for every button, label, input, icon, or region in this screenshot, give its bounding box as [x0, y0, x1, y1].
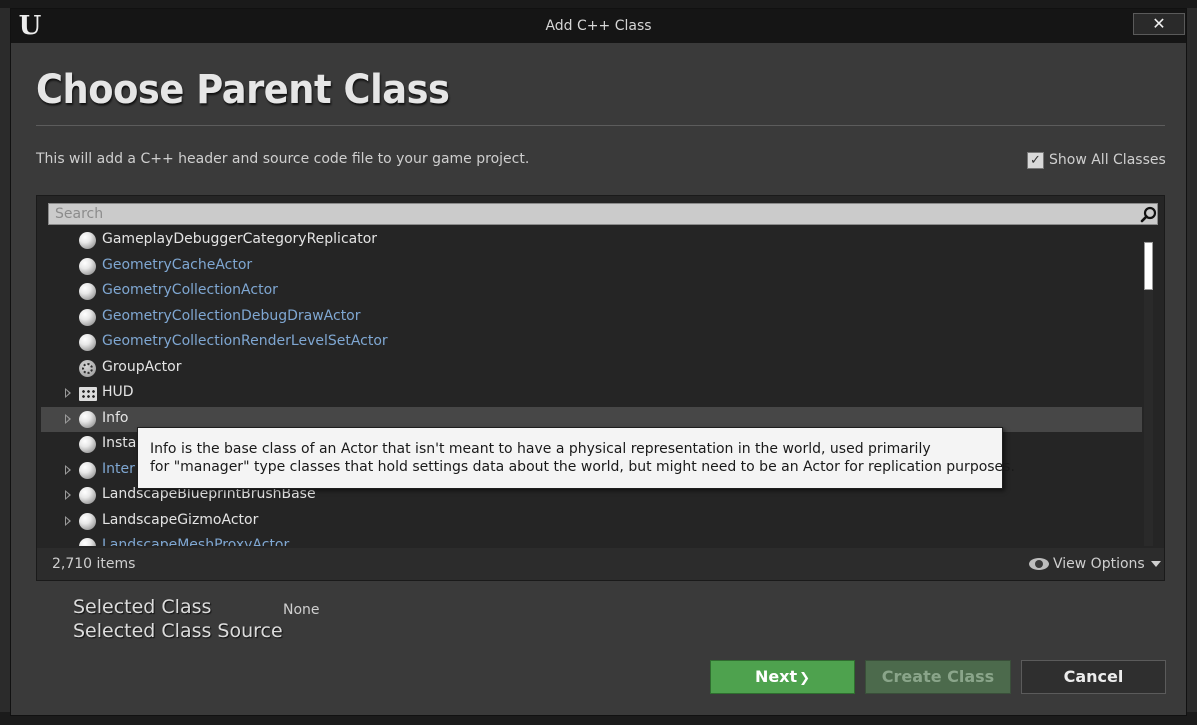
item-count: 2,710 items [52, 556, 136, 572]
class-tooltip: Info is the base class of an Actor that … [137, 427, 1015, 489]
class-list-item-label: GeometryCollectionActor [102, 282, 278, 298]
sphere-icon [79, 334, 96, 351]
class-picker-panel: GameplayDebuggerCategoryReplicator Geomet… [36, 195, 1165, 581]
view-options-label: View Options [1053, 556, 1145, 572]
list-footer: 2,710 items View Options [37, 548, 1164, 580]
tooltip-line-2: for "manager" type classes that hold set… [150, 459, 1015, 475]
description-text: This will add a C++ header and source co… [36, 151, 530, 167]
sphere-icon [79, 538, 96, 546]
class-list-item[interactable]: GroupActor [41, 356, 1142, 381]
desktop-background-left [0, 8, 10, 712]
class-list-item-label: Insta [102, 435, 137, 451]
class-list-item-label: GameplayDebuggerCategoryReplicator [102, 231, 378, 247]
tooltip-line-1: Info is the base class of an Actor that … [150, 441, 931, 457]
view-options-button[interactable]: View Options [1029, 556, 1161, 572]
class-list-item[interactable]: GeometryCollectionActor [41, 279, 1142, 304]
selected-class-label: Selected Class [73, 596, 212, 618]
expand-arrow-icon[interactable] [65, 414, 71, 424]
desktop-background-top [0, 0, 1197, 8]
scrollbar-thumb[interactable] [1144, 242, 1153, 290]
sphere-icon [79, 283, 96, 300]
expand-arrow-icon[interactable] [65, 516, 71, 526]
eye-icon [1029, 558, 1049, 570]
caret-down-icon [1150, 561, 1161, 567]
class-list-item[interactable]: LandscapeGizmoActor [41, 509, 1142, 534]
sphere-icon [79, 462, 96, 479]
sphere-icon [79, 232, 96, 249]
class-list-scrollbar[interactable] [1144, 241, 1153, 546]
show-all-classes-label: Show All Classes [1049, 152, 1166, 168]
next-button-label: Next [754, 667, 798, 686]
class-list-item-label: Info [102, 410, 129, 426]
class-list-item-label: GroupActor [102, 359, 182, 375]
class-list-item[interactable]: GameplayDebuggerCategoryReplicator [41, 228, 1142, 253]
class-list-item-label: LandscapeGizmoActor [102, 512, 259, 528]
sphere-icon [79, 309, 96, 326]
search-icon[interactable] [1140, 206, 1157, 223]
show-all-classes-toggle[interactable]: ✓ Show All Classes [1027, 151, 1166, 169]
class-list-item[interactable]: GeometryCollectionRenderLevelSetActor [41, 330, 1142, 355]
title-bar[interactable]: U Add C++ Class ✕ [11, 9, 1186, 43]
class-list-item-label: GeometryCollectionDebugDrawActor [102, 308, 361, 324]
hud-icon [79, 387, 97, 401]
class-list-item-label: GeometryCacheActor [102, 257, 253, 273]
sphere-icon [79, 436, 96, 453]
next-button[interactable]: Next ❯ [710, 660, 855, 694]
expand-arrow-icon[interactable] [65, 490, 71, 500]
search-input[interactable] [55, 205, 1125, 223]
class-list-item[interactable]: LandscapeMeshProxyActor [41, 534, 1142, 546]
title-divider [36, 125, 1165, 126]
class-list-item[interactable]: GeometryCollectionDebugDrawActor [41, 305, 1142, 330]
class-list-item-label: LandscapeMeshProxyActor [102, 537, 290, 546]
show-all-classes-checkbox[interactable]: ✓ [1027, 151, 1044, 169]
sphere-icon [79, 513, 96, 530]
sphere-icon [79, 411, 96, 428]
class-list-item[interactable]: GeometryCacheActor [41, 254, 1142, 279]
cancel-button[interactable]: Cancel [1021, 660, 1166, 694]
window-title: Add C++ Class [545, 18, 652, 34]
selected-class-value: None [283, 602, 320, 618]
close-button[interactable]: ✕ [1133, 13, 1185, 35]
class-list-item-label: GeometryCollectionRenderLevelSetActor [102, 333, 388, 349]
create-class-button[interactable]: Create Class [865, 660, 1011, 694]
add-cpp-class-dialog: U Add C++ Class ✕ Choose Parent Class Th… [10, 8, 1187, 716]
desktop-background-right [1187, 8, 1197, 712]
expand-arrow-icon[interactable] [65, 465, 71, 475]
chevron-right-icon: ❯ [799, 671, 811, 686]
page-title: Choose Parent Class [36, 67, 450, 113]
class-list-item[interactable]: HUD [41, 381, 1142, 406]
selected-class-source-label: Selected Class Source [73, 620, 283, 642]
sphere-icon [79, 487, 96, 504]
class-list-item-label: HUD [102, 384, 134, 400]
search-box[interactable] [48, 203, 1158, 225]
class-list[interactable]: GameplayDebuggerCategoryReplicator Geomet… [41, 228, 1142, 546]
group-actor-icon [79, 360, 96, 377]
class-list-item-label: Inter [102, 461, 135, 477]
sphere-icon [79, 258, 96, 275]
expand-arrow-icon[interactable] [65, 388, 71, 398]
